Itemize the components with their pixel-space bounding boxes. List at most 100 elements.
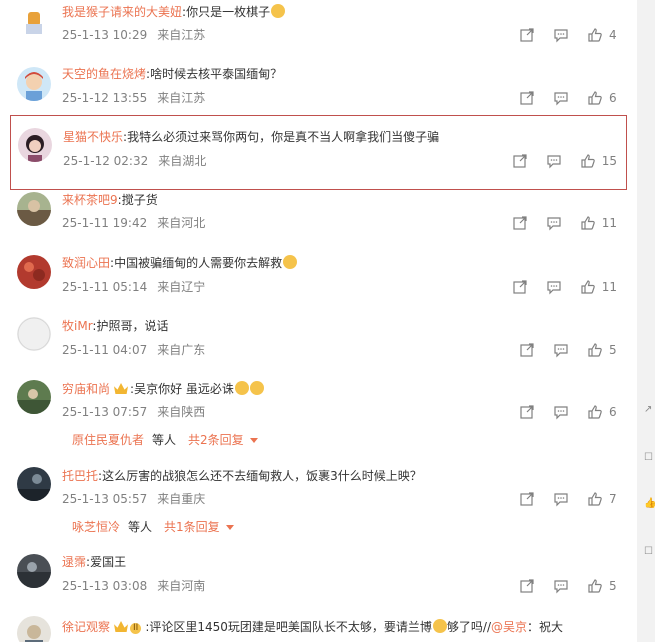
- level-badge: II: [130, 623, 142, 634]
- like-count: 6: [609, 405, 617, 419]
- avatar[interactable]: [17, 380, 51, 414]
- like-icon[interactable]: 👍: [644, 498, 655, 509]
- reply-username[interactable]: 咏芝恒冷: [72, 520, 120, 534]
- like-count: 5: [609, 343, 617, 357]
- comment-item: 来杯茶吧9:搅子货 25-1-11 19:42 来自河北 11: [0, 190, 637, 250]
- location: 来自广东: [157, 343, 206, 357]
- timestamp: 25-1-11 04:07: [62, 343, 148, 357]
- username[interactable]: 托巴托: [62, 469, 98, 483]
- like-icon[interactable]: [587, 404, 603, 420]
- avatar[interactable]: [17, 616, 51, 642]
- like-count: 6: [609, 91, 617, 105]
- comment-icon[interactable]: [546, 215, 562, 231]
- like-icon[interactable]: [587, 90, 603, 106]
- comment-item: 托巴托:这么厉害的战狼怎么还不去缅甸救人，饭裹3什么时候上映？ 25-1-13 …: [0, 462, 637, 548]
- comment-icon[interactable]: ☐: [644, 546, 653, 557]
- timestamp: 25-1-13 05:57: [62, 492, 148, 506]
- comment-icon[interactable]: [553, 491, 569, 507]
- reply-summary[interactable]: 咏芝恒冷 等人 共1条回复: [72, 519, 234, 535]
- comment-text: 吴京你好 虽远必诛: [134, 382, 234, 396]
- comment-icon[interactable]: [553, 90, 569, 106]
- share-icon[interactable]: [512, 279, 528, 295]
- comment-icon[interactable]: [553, 578, 569, 594]
- username[interactable]: 星猫不快乐: [63, 130, 123, 144]
- share-icon[interactable]: [519, 491, 535, 507]
- comment-text: 中国被骗缅甸的人需要你去解救: [114, 256, 283, 270]
- comment-item: 牧iMr:护照哥，说话 25-1-11 04:07 来自广东 5: [0, 312, 637, 374]
- like-icon[interactable]: [580, 279, 596, 295]
- more-replies-link[interactable]: 共2条回复: [188, 433, 244, 447]
- like-count: 5: [609, 579, 617, 593]
- username[interactable]: 穷庙和尚: [62, 382, 110, 396]
- comment-item: 逯霈:爱国王 25-1-13 03:08 来自河南 5: [0, 548, 637, 610]
- comment-icon[interactable]: [546, 279, 562, 295]
- username[interactable]: 牧iMr: [62, 319, 92, 333]
- timestamp: 25-1-12 02:32: [63, 154, 149, 168]
- username[interactable]: 我是猴子请来的大美妞: [62, 5, 182, 19]
- timestamp: 25-1-13 07:57: [62, 405, 148, 419]
- avatar[interactable]: [17, 4, 51, 38]
- like-icon[interactable]: [580, 215, 596, 231]
- share-icon[interactable]: ↗: [644, 404, 652, 415]
- like-icon[interactable]: [580, 153, 596, 169]
- comment-item: 徐记观察 II:评论区里1450玩团建是吧美国队长不太够，要请兰博 够了吗//@吴京…: [0, 610, 637, 642]
- comment-icon[interactable]: [553, 27, 569, 43]
- share-icon[interactable]: [512, 153, 528, 169]
- share-icon[interactable]: [519, 578, 535, 594]
- like-count: 11: [601, 216, 617, 230]
- crown-icon: [114, 621, 129, 632]
- like-icon[interactable]: [587, 491, 603, 507]
- avatar[interactable]: [18, 128, 52, 162]
- avatar[interactable]: [17, 67, 51, 101]
- emoji-icon: [432, 619, 447, 633]
- share-icon[interactable]: [519, 342, 535, 358]
- comment-text: 你只是一枚棋子: [186, 5, 271, 19]
- like-icon[interactable]: [587, 342, 603, 358]
- share-icon[interactable]: [519, 90, 535, 106]
- comment-icon[interactable]: [553, 342, 569, 358]
- avatar[interactable]: [17, 467, 51, 501]
- timestamp: 25-1-13 10:29: [62, 28, 148, 42]
- comment-text: 我特么必须过来骂你两句，你是真不当人啊拿我们当傻子骗: [127, 130, 440, 144]
- username[interactable]: 来杯茶吧9: [62, 193, 118, 207]
- comment-icon[interactable]: ☐: [644, 452, 653, 463]
- reply-username[interactable]: 原住民夏仇者: [72, 433, 144, 447]
- username[interactable]: 徐记观察: [62, 620, 110, 634]
- like-icon[interactable]: [587, 578, 603, 594]
- location: 来自辽宁: [157, 280, 206, 294]
- avatar[interactable]: [17, 554, 51, 588]
- mention-link[interactable]: @吴京: [491, 620, 527, 634]
- share-icon[interactable]: [519, 27, 535, 43]
- comment-text: 搅子货: [121, 193, 158, 207]
- comment-text: 护照哥，说话: [96, 319, 169, 333]
- avatar[interactable]: [17, 192, 51, 226]
- more-replies-link[interactable]: 共1条回复: [164, 520, 220, 534]
- like-count: 15: [601, 154, 617, 168]
- like-count: 7: [609, 492, 617, 506]
- comment-list: 我是猴子请来的大美妞:你只是一枚棋子 25-1-13 10:29 来自江苏 4 天…: [0, 0, 637, 642]
- comment-item: 我是猴子请来的大美妞:你只是一枚棋子 25-1-13 10:29 来自江苏 4: [0, 0, 637, 60]
- username[interactable]: 致润心田: [62, 256, 110, 270]
- location: 来自江苏: [157, 28, 206, 42]
- emoji-icon: [234, 381, 249, 395]
- username[interactable]: 逯霈: [62, 555, 86, 569]
- comment-text: 评论区里1450玩团建是吧美国队长不太够，要请兰博: [149, 620, 432, 634]
- location: 来自湖北: [158, 154, 207, 168]
- timestamp: 25-1-13 03:08: [62, 579, 148, 593]
- comment-text: 这么厉害的战狼怎么还不去缅甸救人，饭裹3什么时候上映？: [102, 469, 422, 483]
- emoji-icon: [249, 381, 264, 395]
- comment-icon[interactable]: [546, 153, 562, 169]
- reply-summary[interactable]: 原住民夏仇者 等人 共2条回复: [72, 432, 258, 448]
- comment-icon[interactable]: [553, 404, 569, 420]
- timestamp: 25-1-11 19:42: [62, 216, 148, 230]
- share-icon[interactable]: [519, 404, 535, 420]
- like-icon[interactable]: [587, 27, 603, 43]
- location: 来自重庆: [157, 492, 206, 506]
- username[interactable]: 天空的鱼在烧烤: [62, 67, 146, 81]
- chevron-down-icon: [249, 438, 258, 443]
- share-icon[interactable]: [512, 215, 528, 231]
- comment-text: 啥时候去核平泰国缅甸？: [150, 67, 283, 81]
- avatar[interactable]: [17, 255, 51, 289]
- avatar[interactable]: [17, 317, 51, 351]
- location: 来自江苏: [157, 91, 206, 105]
